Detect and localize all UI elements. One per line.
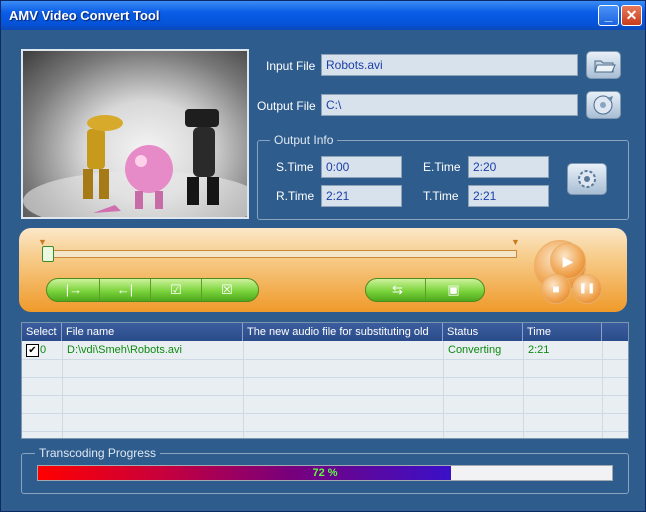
file-list-header: Select File name The new audio file for … xyxy=(22,323,628,341)
file-list[interactable]: Select File name The new audio file for … xyxy=(21,322,629,439)
client-area: Input File Robots.avi Output File C:\ Ou… xyxy=(4,30,642,509)
e-time-field[interactable]: 2:20 xyxy=(468,156,549,178)
progress-text: 72 % xyxy=(312,467,338,479)
s-time-label: S.Time xyxy=(276,160,314,174)
output-file-label: Output File xyxy=(257,99,316,113)
input-file-field[interactable]: Robots.avi xyxy=(321,54,578,76)
table-row-empty xyxy=(22,396,628,414)
stop-button[interactable]: ■ xyxy=(541,274,571,304)
table-row-empty xyxy=(22,414,628,432)
view-button-bar: ⇆ ▣ xyxy=(365,278,485,302)
col-time[interactable]: Time xyxy=(523,323,602,341)
edit-button-bar: |→ ←| ☑ ☒ xyxy=(46,278,259,302)
set-start-button[interactable]: |→ xyxy=(49,279,100,301)
output-file-field[interactable]: C:\ xyxy=(321,94,578,116)
col-file-name[interactable]: File name xyxy=(62,323,243,341)
input-file-label: Input File xyxy=(266,59,316,73)
col-select[interactable]: Select xyxy=(22,323,62,341)
table-row[interactable]: ✔ 0 D:\vdi\Smeh\Robots.avi Converting 2:… xyxy=(22,342,628,360)
browse-output-button[interactable] xyxy=(586,91,621,119)
minimize-button[interactable]: _ xyxy=(598,5,619,26)
gear-icon xyxy=(578,170,596,188)
t-time-field[interactable]: 2:21 xyxy=(468,185,549,207)
settings-button[interactable] xyxy=(567,163,607,195)
fit-button[interactable]: ▣ xyxy=(426,279,481,301)
row-status: Converting xyxy=(448,344,502,356)
title-bar[interactable]: AMV Video Convert Tool _ ✕ xyxy=(1,1,645,30)
playback-panel: ▼ ▼ |→ ←| ☑ ☒ ⇆ ▣ ▶ ■ ❚❚ xyxy=(19,228,627,312)
check-button[interactable]: ☑ xyxy=(151,279,202,301)
t-time-label: T.Time xyxy=(423,189,459,203)
folder-icon xyxy=(594,60,616,73)
col-status[interactable]: Status xyxy=(443,323,523,341)
pause-button[interactable]: ❚❚ xyxy=(572,274,602,304)
video-frame-image xyxy=(23,109,247,217)
row-select-value: 0 xyxy=(40,344,47,356)
end-marker-icon[interactable]: ▼ xyxy=(511,237,520,247)
seek-thumb[interactable] xyxy=(42,246,54,262)
swap-button[interactable]: ⇆ xyxy=(370,279,426,301)
cross-button[interactable]: ☒ xyxy=(202,279,252,301)
output-info-legend: Output Info xyxy=(270,133,338,147)
row-time: 2:21 xyxy=(528,344,550,356)
browse-input-button[interactable] xyxy=(586,51,621,79)
col-new-audio[interactable]: The new audio file for substituting old xyxy=(243,323,443,341)
s-time-field[interactable]: 0:00 xyxy=(321,156,402,178)
set-end-button[interactable]: ←| xyxy=(100,279,151,301)
seek-track[interactable] xyxy=(45,250,517,258)
r-time-field[interactable]: 2:21 xyxy=(321,185,402,207)
disc-icon xyxy=(593,95,613,115)
progress-bar: 72 % xyxy=(37,465,613,481)
app-window: AMV Video Convert Tool _ ✕ Input File Ro… xyxy=(0,0,646,512)
video-preview xyxy=(21,49,249,219)
table-row-empty xyxy=(22,360,628,378)
e-time-label: E.Time xyxy=(423,160,461,174)
r-time-label: R.Time xyxy=(276,189,315,203)
progress-legend: Transcoding Progress xyxy=(35,446,160,460)
table-row-empty xyxy=(22,378,628,396)
row-new-audio xyxy=(244,342,248,359)
close-button[interactable]: ✕ xyxy=(621,5,642,26)
window-title: AMV Video Convert Tool xyxy=(9,8,160,23)
row-file-name: D:\vdi\Smeh\Robots.avi xyxy=(67,344,182,356)
